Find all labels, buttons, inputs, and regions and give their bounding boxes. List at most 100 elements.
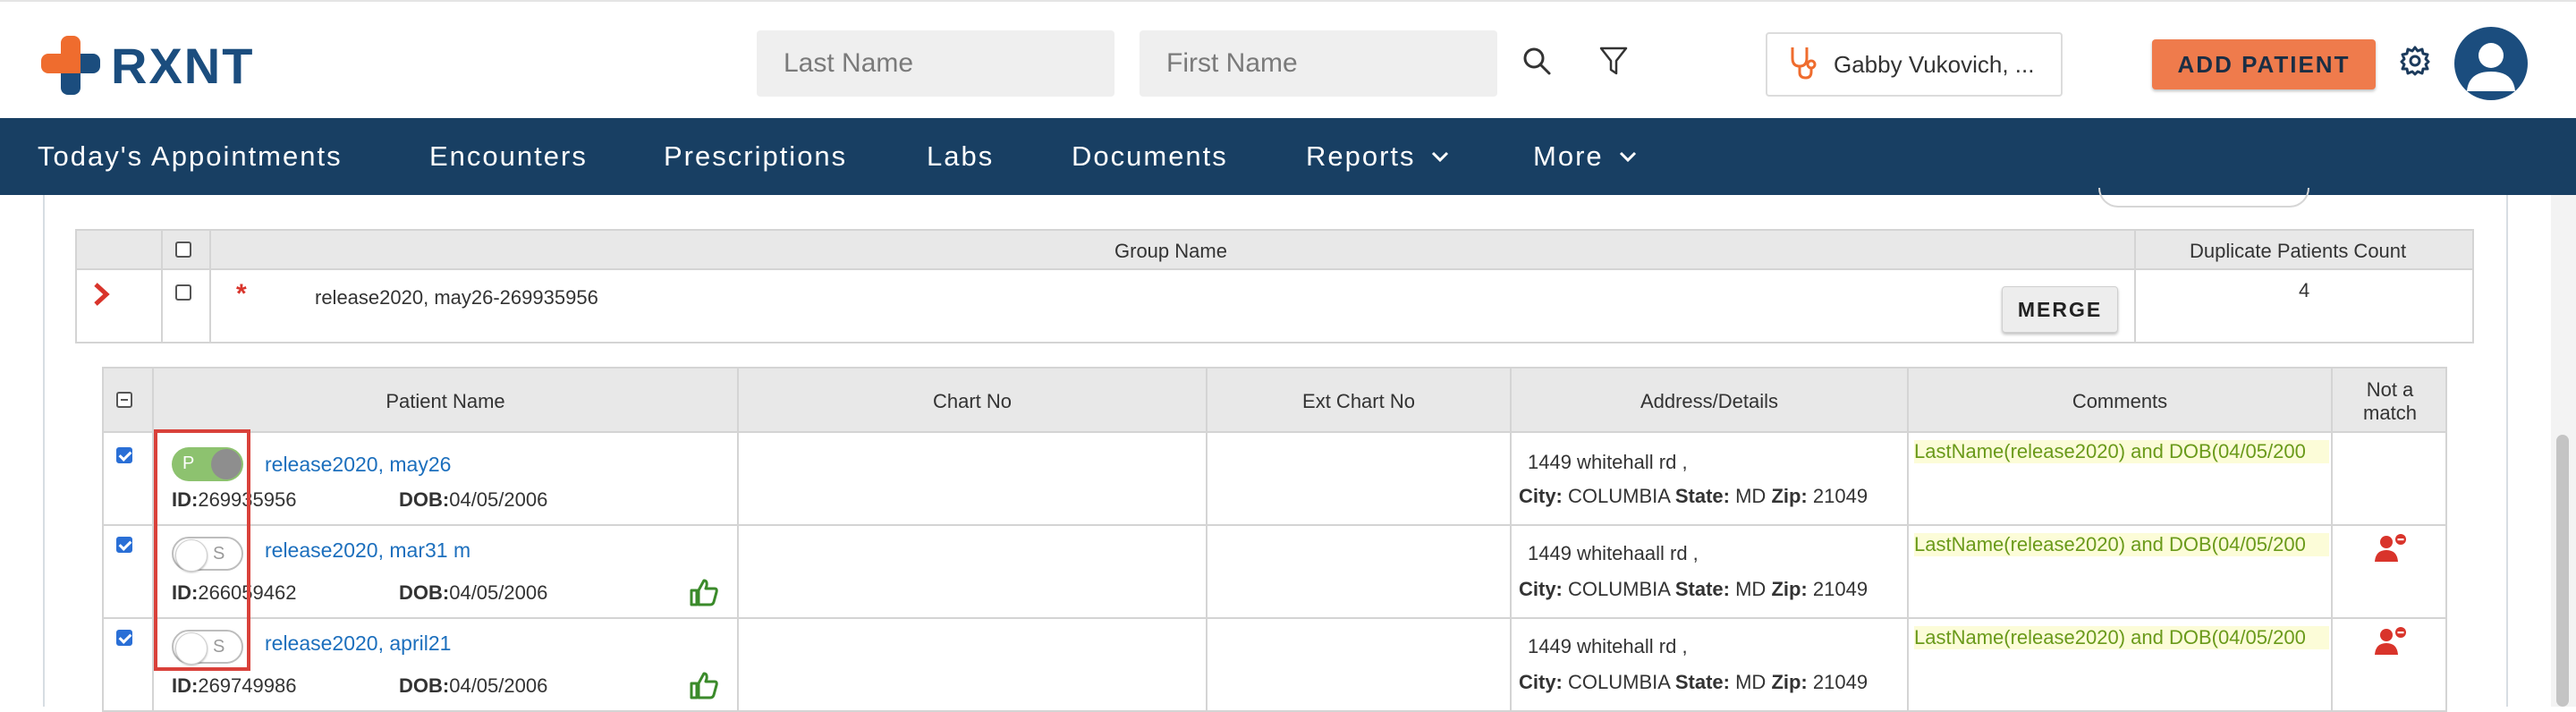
nav-label: More: [1533, 140, 1604, 172]
nav-prescriptions[interactable]: Prescriptions: [664, 118, 847, 195]
nav-label: Today's Appointments: [38, 140, 343, 172]
zip-label: Zip:: [1771, 485, 1808, 507]
address-header: Address/Details: [1640, 390, 1779, 412]
scrollbar-thumb[interactable]: [2556, 435, 2569, 707]
last-name-search-input[interactable]: [757, 30, 1114, 97]
not-match-header-line: match: [2363, 402, 2417, 424]
filter-icon[interactable]: [1594, 41, 1633, 81]
patient-id: 269749986: [198, 674, 297, 697]
main-nav: Today's Appointments Encounters Prescrip…: [0, 118, 2576, 195]
thumbs-up-icon[interactable]: [689, 578, 719, 611]
rxnt-cross-icon: [41, 36, 100, 95]
group-name: release2020, may26-269935956: [315, 286, 598, 309]
patient-dob: 04/05/2006: [449, 674, 548, 697]
zip-value: 21049: [1812, 578, 1868, 600]
state-value: MD: [1735, 578, 1767, 600]
address-line: 1449 whitehall rd ,: [1528, 635, 1688, 657]
nav-label: Reports: [1306, 140, 1416, 172]
address-line: 1449 whitehaall rd ,: [1528, 542, 1699, 564]
duplicate-count: 4: [2299, 279, 2310, 301]
ext-chart-no-header: Ext Chart No: [1302, 390, 1415, 412]
city-value: COLUMBIA: [1568, 485, 1670, 507]
patient-dob: 04/05/2006: [449, 488, 548, 511]
nav-reports[interactable]: Reports: [1306, 118, 1450, 195]
dob-label: DOB:: [399, 488, 450, 511]
stethoscope-icon: [1787, 45, 1818, 85]
nav-label: Labs: [927, 140, 995, 172]
dob-label: DOB:: [399, 581, 450, 604]
select-all-patients-checkbox[interactable]: [116, 392, 132, 408]
group-row: * release2020, may26-269935956 MERGE 4: [75, 270, 2474, 343]
not-match-user-icon[interactable]: [2374, 533, 2410, 568]
patient-row-checkbox[interactable]: [116, 447, 132, 463]
thumbs-up-icon[interactable]: [689, 671, 719, 704]
chart-no-header: Chart No: [932, 390, 1013, 412]
duplicate-count-header: Duplicate Patients Count: [2190, 240, 2407, 262]
patient-row: S release2020, mar31 m ID:266059462 DOB:…: [102, 526, 2447, 619]
patient-table-header: Patient Name Chart No Ext Chart No Addre…: [102, 367, 2447, 433]
not-match-header-line: Not a: [2366, 378, 2414, 401]
panel-border: [2506, 195, 2508, 707]
patient-name-link[interactable]: release2020, may26: [265, 453, 451, 477]
add-patient-button[interactable]: ADD PATIENT: [2152, 39, 2376, 89]
nav-documents[interactable]: Documents: [1072, 118, 1228, 195]
panel-border: [43, 195, 45, 707]
merge-button[interactable]: MERGE: [2002, 286, 2118, 333]
provider-selector[interactable]: Gabby Vukovich, ...: [1766, 32, 2063, 97]
state-value: MD: [1735, 671, 1767, 693]
patient-dob: 04/05/2006: [449, 581, 548, 604]
required-marker-icon: *: [236, 279, 247, 309]
search-icon[interactable]: [1517, 41, 1556, 81]
select-all-groups-checkbox[interactable]: [175, 242, 191, 258]
zip-value: 21049: [1812, 485, 1868, 507]
nav-label: Documents: [1072, 140, 1228, 172]
expand-chevron-icon[interactable]: [91, 281, 113, 312]
id-label: ID:: [172, 674, 199, 697]
city-label: City:: [1519, 578, 1563, 600]
match-comment: LastName(release2020) and DOB(04/05/200: [1914, 626, 2329, 649]
not-match-user-icon[interactable]: [2374, 626, 2410, 661]
city-value: COLUMBIA: [1568, 578, 1670, 600]
patient-row: P release2020, may26 ID:269935956 DOB:04…: [102, 433, 2447, 526]
state-label: State:: [1674, 671, 1730, 693]
first-name-search-input[interactable]: [1140, 30, 1497, 97]
match-comment: LastName(release2020) and DOB(04/05/200: [1914, 440, 2329, 463]
nav-more[interactable]: More: [1533, 118, 1638, 195]
city-value: COLUMBIA: [1568, 671, 1670, 693]
state-label: State:: [1674, 578, 1730, 600]
address-line: 1449 whitehall rd ,: [1528, 451, 1688, 473]
chevron-down-icon: [1430, 150, 1450, 163]
nav-labs[interactable]: Labs: [927, 118, 994, 195]
user-avatar[interactable]: [2454, 27, 2528, 100]
zip-value: 21049: [1812, 671, 1868, 693]
nav-encounters[interactable]: Encounters: [429, 118, 588, 195]
provider-name: Gabby Vukovich, ...: [1834, 50, 2035, 78]
patient-name-header: Patient Name: [386, 390, 505, 412]
group-row-checkbox[interactable]: [175, 284, 191, 301]
patient-row-checkbox[interactable]: [116, 630, 132, 646]
group-table-header: Group Name Duplicate Patients Count: [75, 229, 2474, 270]
city-label: City:: [1519, 485, 1563, 507]
zip-label: Zip:: [1771, 578, 1808, 600]
zip-label: Zip:: [1771, 671, 1808, 693]
partial-toggle-control[interactable]: [2098, 188, 2309, 208]
patient-name-link[interactable]: release2020, april21: [265, 631, 451, 656]
comments-header: Comments: [2072, 390, 2168, 412]
chevron-down-icon: [1618, 150, 1638, 163]
annotation-highlight-box: [154, 429, 250, 671]
nav-todays-appointments[interactable]: Today's Appointments: [38, 118, 343, 195]
nav-label: Prescriptions: [664, 140, 848, 172]
match-comment: LastName(release2020) and DOB(04/05/200: [1914, 533, 2329, 556]
state-value: MD: [1735, 485, 1767, 507]
patient-row-checkbox[interactable]: [116, 537, 132, 553]
group-name-header: Group Name: [1114, 240, 1227, 262]
rxnt-logo[interactable]: RXNT: [41, 34, 254, 97]
duplicate-patients-table: Patient Name Chart No Ext Chart No Addre…: [102, 367, 2447, 712]
patient-name-link[interactable]: release2020, mar31 m: [265, 538, 470, 563]
not-match-header: Not a match: [2333, 369, 2447, 435]
dob-label: DOB:: [399, 674, 450, 697]
state-label: State:: [1674, 485, 1730, 507]
city-label: City:: [1519, 671, 1563, 693]
gear-icon[interactable]: [2395, 41, 2435, 81]
patient-row: S release2020, april21 ID:269749986 DOB:…: [102, 619, 2447, 712]
